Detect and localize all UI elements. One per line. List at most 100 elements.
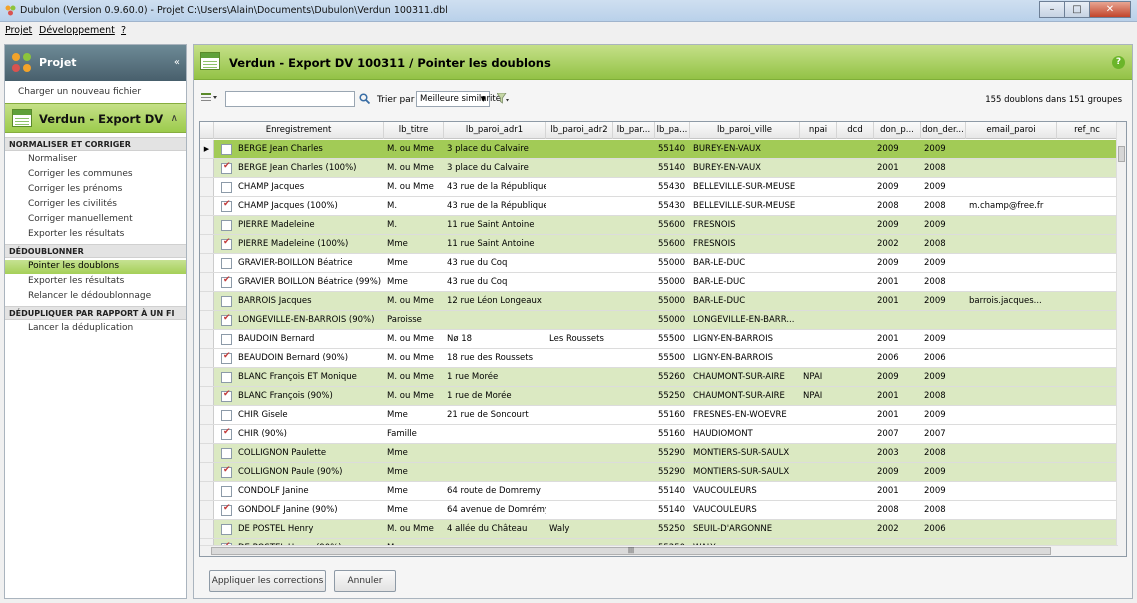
row-header[interactable] <box>200 368 214 386</box>
row-header[interactable] <box>200 444 214 462</box>
sidebar-item-corriger-prenoms[interactable]: Corriger les prénoms <box>5 183 186 197</box>
row-checkbox[interactable] <box>221 372 232 383</box>
row-checkbox[interactable] <box>221 182 232 193</box>
table-row[interactable]: COLLIGNON Paulette Mme 55290 MONTIERS-SUR-S… <box>200 444 1118 463</box>
row-header[interactable] <box>200 235 214 253</box>
row-header[interactable] <box>200 273 214 291</box>
minimize-button[interactable]: – <box>1039 1 1065 18</box>
table-row[interactable]: DE POSTEL Henry M. ou Mme 4 allée du Châte… <box>200 520 1118 539</box>
row-checkbox[interactable] <box>221 220 232 231</box>
search-input[interactable] <box>225 91 355 107</box>
row-checkbox[interactable] <box>221 296 232 307</box>
table-row[interactable]: GRAVIER-BOILLON Béatrice Mme 43 rue du Coq… <box>200 254 1118 273</box>
sidebar-item-pointer-doublons[interactable]: Pointer les doublons <box>5 260 186 274</box>
table-row[interactable]: COLLIGNON Paule (90%) Mme 55290 MONTIERS-SU… <box>200 463 1118 482</box>
table-row[interactable]: BARROIS Jacques M. ou Mme 12 rue Léon Long… <box>200 292 1118 311</box>
row-header[interactable] <box>200 520 214 538</box>
col-lb-paroi-adr2[interactable]: lb_paroi_adr2 <box>546 122 613 139</box>
row-header[interactable] <box>200 216 214 234</box>
sidebar-item-corriger-communes[interactable]: Corriger les communes <box>5 168 186 182</box>
vertical-scroll-thumb[interactable] <box>1118 146 1125 162</box>
row-header[interactable] <box>200 425 214 443</box>
collapse-sidebar-icon[interactable]: « <box>174 57 180 68</box>
sidebar-item-exporter-resultats-2[interactable]: Exporter les résultats <box>5 275 186 289</box>
row-checkbox[interactable] <box>221 258 232 269</box>
col-lb-paroi-ville[interactable]: lb_paroi_ville <box>690 122 800 139</box>
sidebar-item-normaliser[interactable]: Normaliser <box>5 153 186 167</box>
col-email-paroi[interactable]: email_paroi <box>966 122 1057 139</box>
row-checkbox[interactable] <box>221 524 232 535</box>
help-icon[interactable]: ? <box>1112 56 1125 69</box>
table-row[interactable]: CONDOLF Janine Mme 64 route de Domremy 5514… <box>200 482 1118 501</box>
table-row[interactable]: BLANC François (90%) M. ou Mme 1 rue de Mo… <box>200 387 1118 406</box>
row-checkbox[interactable] <box>221 237 232 250</box>
col-lb-pa[interactable]: lb_pa... <box>655 122 690 139</box>
row-checkbox[interactable] <box>221 427 232 440</box>
row-checkbox[interactable] <box>221 313 232 326</box>
table-row[interactable]: CHIR Gisele Mme 21 rue de Soncourt 55160 FRE… <box>200 406 1118 425</box>
col-enregistrement[interactable]: Enregistrement <box>214 122 384 139</box>
row-header[interactable] <box>200 292 214 310</box>
table-row[interactable]: PIERRE Madeleine (100%) Mme 11 rue Saint A… <box>200 235 1118 254</box>
row-checkbox[interactable] <box>221 486 232 497</box>
row-header[interactable] <box>200 501 214 519</box>
table-row[interactable]: BEAUDOIN Bernard (90%) M. ou Mme 18 rue de… <box>200 349 1118 368</box>
row-checkbox[interactable] <box>221 334 232 345</box>
sidebar-item-corriger-manuellement[interactable]: Corriger manuellement <box>5 213 186 227</box>
sort-select[interactable]: Meilleure similarité ▼ <box>416 91 501 107</box>
horizontal-scrollbar[interactable]: ||| <box>200 545 1118 556</box>
col-ref-nc[interactable]: ref_nc <box>1057 122 1118 139</box>
table-row[interactable]: CHAMP Jacques M. ou Mme 43 rue de la Répub… <box>200 178 1118 197</box>
row-checkbox[interactable] <box>221 448 232 459</box>
row-checkbox[interactable] <box>221 465 232 478</box>
sidebar-item-exporter-resultats[interactable]: Exporter les résultats <box>5 228 186 242</box>
col-lb-paroi-adr1[interactable]: lb_paroi_adr1 <box>444 122 546 139</box>
menu-developpement[interactable]: Développement <box>39 25 115 36</box>
row-checkbox[interactable] <box>221 351 232 364</box>
row-header[interactable] <box>200 254 214 272</box>
table-row[interactable]: ▶ BERGE Jean Charles M. ou Mme 3 place du C… <box>200 140 1118 159</box>
sidebar-item-relancer[interactable]: Relancer le dédoublonnage <box>5 290 186 304</box>
horizontal-scroll-thumb[interactable]: ||| <box>211 547 1051 555</box>
table-row[interactable]: BERGE Jean Charles (100%) M. ou Mme 3 plac… <box>200 159 1118 178</box>
cancel-button[interactable]: Annuler <box>334 570 396 592</box>
row-header[interactable] <box>200 482 214 500</box>
vertical-scrollbar[interactable] <box>1116 122 1126 556</box>
table-row[interactable]: CHAMP Jacques (100%) M. 43 rue de la Répub… <box>200 197 1118 216</box>
columns-menu-icon[interactable] <box>201 93 217 103</box>
table-row[interactable]: LONGEVILLE-EN-BARROIS (90%) Paroisse 55000… <box>200 311 1118 330</box>
row-header[interactable] <box>200 387 214 405</box>
col-lb-titre[interactable]: lb_titre <box>384 122 444 139</box>
row-checkbox[interactable] <box>221 389 232 402</box>
apply-corrections-button[interactable]: Appliquer les corrections <box>209 570 326 592</box>
collapse-chevron-icon[interactable]: ∧ <box>171 113 178 124</box>
table-row[interactable]: BAUDOIN Bernard M. ou Mme Nø 18 Les Rousset… <box>200 330 1118 349</box>
close-button[interactable]: ✕ <box>1089 1 1131 18</box>
filter-icon[interactable] <box>497 93 509 104</box>
search-icon[interactable] <box>359 93 370 104</box>
maximize-button[interactable]: □ <box>1064 1 1090 18</box>
row-checkbox[interactable] <box>221 410 232 421</box>
load-new-file-link[interactable]: Charger un nouveau fichier <box>18 87 141 97</box>
row-header[interactable] <box>200 197 214 215</box>
row-header[interactable] <box>200 159 214 177</box>
row-checkbox[interactable] <box>221 161 232 174</box>
row-header[interactable] <box>200 406 214 424</box>
sidebar-item-corriger-civilites[interactable]: Corriger les civilités <box>5 198 186 212</box>
row-checkbox[interactable] <box>221 199 232 212</box>
col-don-der[interactable]: don_der... <box>921 122 966 139</box>
table-row[interactable]: GONDOLF Janine (90%) Mme 64 avenue de Domr… <box>200 501 1118 520</box>
sidebar-item-lancer-deduplication[interactable]: Lancer la déduplication <box>5 322 186 336</box>
row-header[interactable] <box>200 463 214 481</box>
col-lb-par[interactable]: lb_par... <box>613 122 655 139</box>
row-checkbox[interactable] <box>221 275 232 288</box>
col-don-p[interactable]: don_p... <box>874 122 921 139</box>
row-header[interactable] <box>200 330 214 348</box>
row-header[interactable]: ▶ <box>200 140 214 158</box>
row-header[interactable] <box>200 311 214 329</box>
project-header[interactable]: Verdun - Export DV ∧ <box>5 103 186 133</box>
row-checkbox[interactable] <box>221 144 232 155</box>
col-dcd[interactable]: dcd <box>837 122 874 139</box>
table-row[interactable]: BLANC François ET Monique M. ou Mme 1 rue … <box>200 368 1118 387</box>
row-header[interactable] <box>200 178 214 196</box>
